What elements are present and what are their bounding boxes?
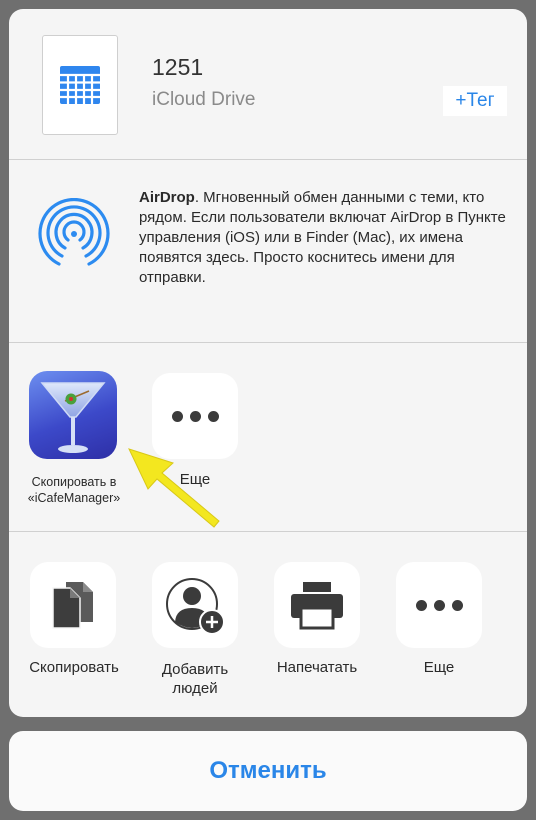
file-thumbnail [42,35,118,135]
print-action-button[interactable] [274,562,360,648]
airdrop-description: AirDrop. Мгновенный обмен данными с теми… [139,188,509,288]
more-actions-label: Еще [423,659,455,676]
add-people-action-label: Добавить людей [161,661,229,697]
file-location: iCloud Drive [152,89,256,110]
add-people-action-button[interactable] [152,562,238,648]
icafemanager-app-label: Скопировать в «iCafeManager» [27,475,121,505]
airdrop-title: AirDrop [139,189,195,206]
more-actions-button[interactable] [396,562,482,648]
copy-action-button[interactable] [30,562,116,648]
print-action-label: Напечатать [276,659,358,676]
cancel-button[interactable]: Отменить [9,731,527,811]
printer-icon [291,582,343,630]
file-name: 1251 [152,54,204,80]
add-person-icon [166,578,225,635]
share-sheet: 1251 iCloud Drive +Тег AirDrop. Мгновенн… [9,9,527,717]
copy-documents-icon [52,582,93,629]
airdrop-body: . Мгновенный обмен данными с теми, кто р… [139,189,506,286]
divider [9,159,527,160]
copy-action-label: Скопировать [29,659,119,676]
spreadsheet-icon [60,66,100,104]
pointer-arrow-icon [128,448,220,528]
icafemanager-app-button[interactable] [29,371,117,459]
martini-glass-icon [40,382,106,453]
divider [9,531,527,532]
more-dots-icon [415,599,463,611]
add-tag-button[interactable]: +Тег [443,86,507,116]
more-dots-icon [171,410,219,422]
airdrop-icon [36,197,112,277]
divider [9,342,527,343]
